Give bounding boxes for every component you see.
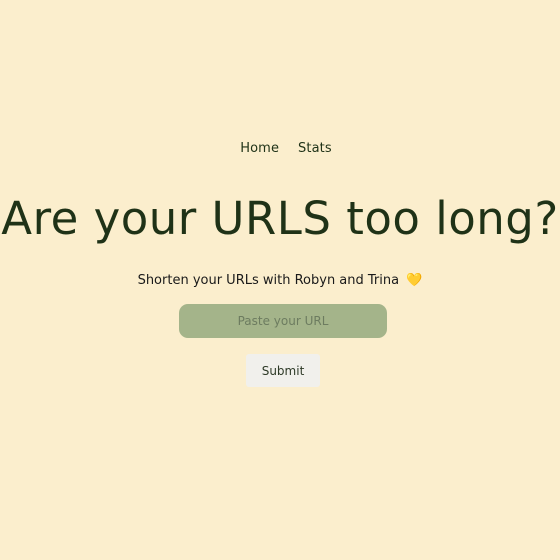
nav-home-link[interactable]: Home [240, 141, 279, 156]
subtitle-text: Shorten your URLs with Robyn and Trina [137, 273, 400, 288]
submit-button[interactable]: Submit [246, 354, 320, 387]
yellow-heart-icon: 💛 [406, 273, 423, 288]
url-input[interactable] [179, 304, 387, 338]
page-headline: Are your URLS too long? [1, 192, 559, 245]
nav-stats-link[interactable]: Stats [298, 141, 332, 156]
subtitle: Shorten your URLs with Robyn and Trina 💛 [0, 273, 560, 288]
top-nav: Home Stats [0, 141, 560, 156]
